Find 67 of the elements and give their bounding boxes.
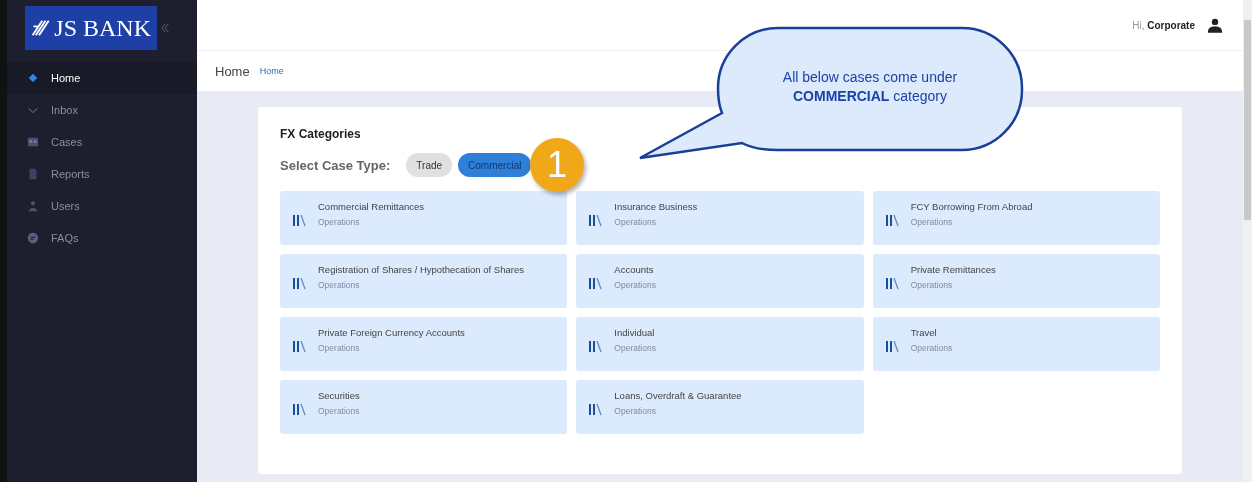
category-title: Commercial Remittances [318, 201, 425, 212]
category-tile[interactable]: Individual Operations [576, 317, 864, 371]
category-subtitle: Operations [614, 217, 657, 227]
stripes-icon [31, 17, 51, 39]
category-subtitle: Operations [910, 343, 953, 353]
logo-text: JS BANK [54, 14, 151, 42]
category-subtitle: Operations [614, 280, 656, 290]
category-title: Travel [910, 327, 938, 338]
nav-item[interactable]: Users [7, 190, 197, 222]
document-icon [27, 168, 39, 180]
page-title: Home [215, 63, 250, 79]
books-icon [292, 402, 306, 416]
callout-text: All below cases come under COMMERCIAL category [781, 68, 959, 106]
books-icon [292, 276, 306, 290]
breadcrumb-link[interactable]: Home [259, 66, 284, 76]
card-title: FX Categories [280, 127, 362, 141]
category-title: Registration of Shares / Hypothecation of Shares [318, 264, 524, 275]
diamond-icon [27, 72, 39, 84]
books-icon [588, 213, 603, 227]
category-tile[interactable]: Registration of Shares / Hypothecation of Shares Operations [280, 254, 568, 308]
category-subtitle: Operations [910, 217, 954, 227]
category-subtitle: Operations [318, 280, 361, 290]
category-title: Accounts [614, 264, 655, 275]
books-icon [884, 213, 899, 227]
nav-item[interactable]: Home [7, 62, 197, 94]
category-title: Individual [614, 327, 656, 338]
category-tile[interactable]: Accounts Operations [576, 254, 864, 308]
category-title: FCY Borrowing From Abroad [910, 201, 1033, 212]
books-icon [588, 276, 603, 290]
chat-icon [27, 232, 39, 244]
category-tile[interactable]: Insurance Business Operations [576, 191, 864, 245]
case-type-chip[interactable]: Trade [406, 153, 453, 177]
collapse-icon[interactable] [161, 22, 169, 34]
category-subtitle: Operations [318, 406, 360, 416]
category-tile[interactable]: FCY Borrowing From Abroad Operations [872, 191, 1160, 245]
category-title: Insurance Business [614, 201, 698, 212]
books-icon [884, 339, 899, 353]
category-subtitle: Operations [318, 217, 361, 227]
folder-icon [27, 136, 39, 148]
category-title: Securities [318, 390, 360, 401]
case-type-label: Select Case Type: [280, 157, 391, 173]
books-icon [588, 402, 603, 416]
nav-item[interactable]: Inbox [7, 94, 197, 126]
user-greeting: Hi, Corporate [1132, 19, 1195, 31]
books-icon [884, 276, 899, 290]
nav-item[interactable]: FAQs [7, 222, 197, 254]
category-title: Loans, Overdraft & Guarantee [614, 390, 742, 401]
books-icon [292, 339, 306, 353]
books-icon [588, 339, 603, 353]
category-tile[interactable]: Securities Operations [280, 380, 568, 434]
scrollbar[interactable] [1243, 0, 1252, 482]
books-icon [292, 213, 306, 227]
category-tile[interactable]: Private Remittances Operations [872, 254, 1160, 308]
category-tile[interactable]: Commercial Remittances Operations [280, 191, 568, 245]
user-icon[interactable] [1207, 17, 1223, 33]
category-subtitle: Operations [614, 406, 657, 416]
category-title: Private Foreign Currency Accounts [318, 327, 465, 338]
category-subtitle: Operations [318, 343, 361, 353]
nav-item[interactable]: Reports [7, 158, 197, 190]
user-icon [27, 200, 39, 212]
category-tile[interactable]: Loans, Overdraft & Guarantee Operations [576, 380, 864, 434]
category-subtitle: Operations [910, 280, 954, 290]
category-title: Private Remittances [910, 264, 996, 275]
nav-item[interactable]: Cases [7, 126, 197, 158]
category-tile[interactable]: Travel Operations [872, 317, 1160, 371]
category-tile[interactable]: Private Foreign Currency Accounts Operations [280, 317, 568, 371]
category-subtitle: Operations [614, 343, 656, 353]
